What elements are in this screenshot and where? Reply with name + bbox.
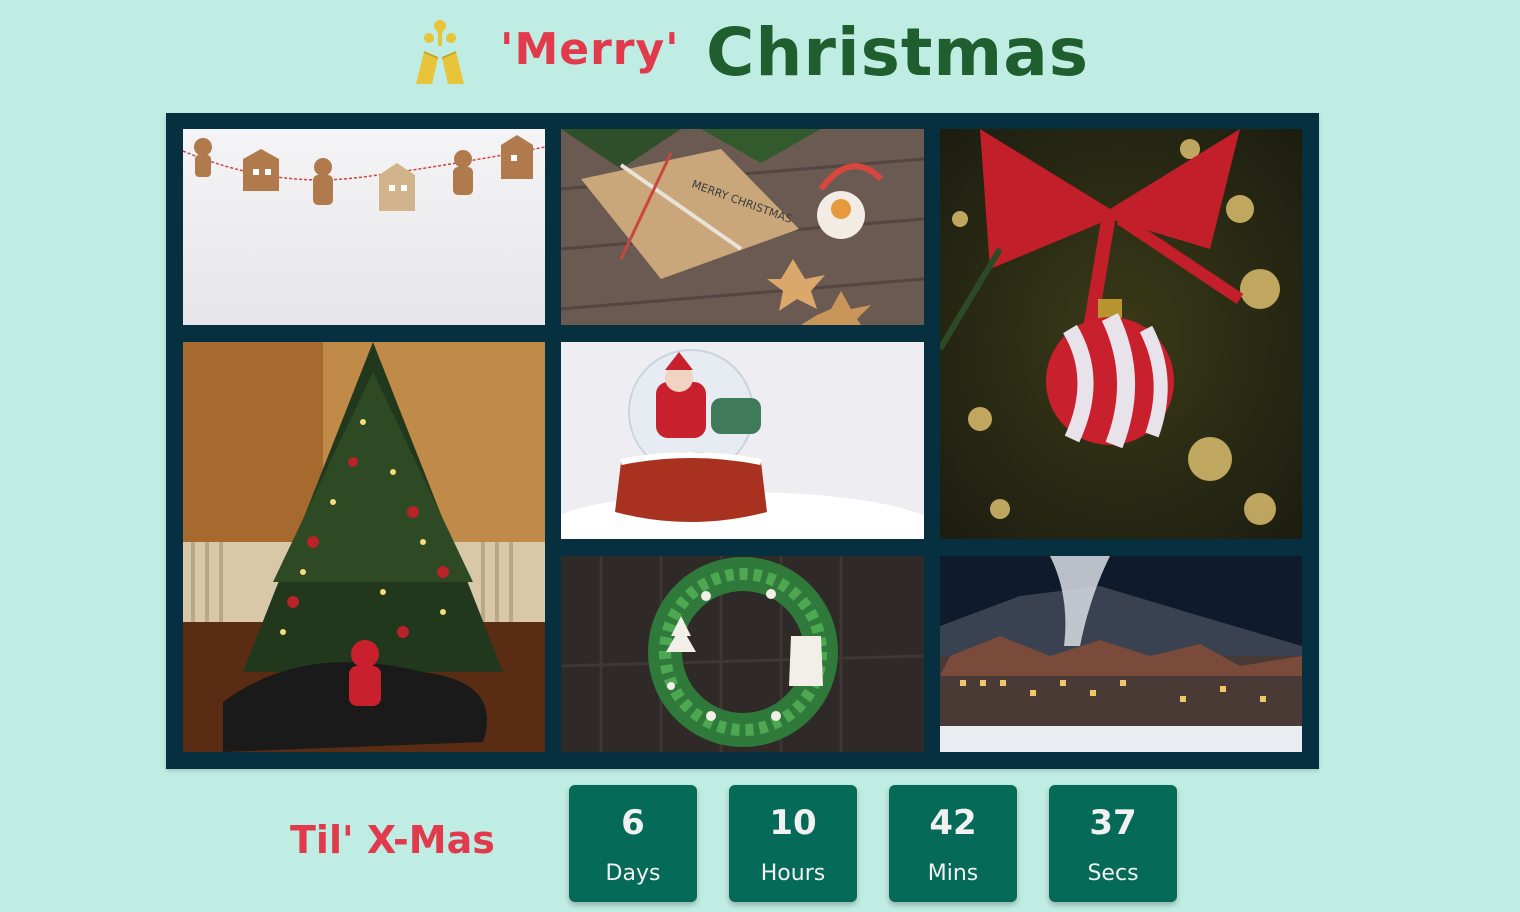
countdown-days: 6 Days xyxy=(569,785,697,902)
header: 'Merry' Christmas xyxy=(0,0,1520,112)
photo-ornament-bauble xyxy=(940,129,1302,539)
photo-christmas-tree xyxy=(183,342,545,752)
countdown-mins: 42 Mins xyxy=(889,785,1017,902)
days-value: 6 xyxy=(621,803,645,843)
photo-gingerbread-garland xyxy=(183,129,545,325)
mins-unit: Mins xyxy=(927,861,979,886)
countdown-label: Til' X-Mas xyxy=(290,818,495,862)
secs-unit: Secs xyxy=(1087,861,1139,886)
days-unit: Days xyxy=(605,861,661,886)
hours-unit: Hours xyxy=(760,861,826,886)
merry-title: 'Merry' xyxy=(500,24,680,75)
photo-snow-globe xyxy=(561,342,924,539)
mins-value: 42 xyxy=(929,803,977,843)
christmas-title: Christmas xyxy=(706,14,1090,91)
page: 'Merry' Christmas MERRY CHRISTMAS Til' X… xyxy=(0,0,1520,912)
hours-value: 10 xyxy=(769,803,817,843)
photo-snowy-village xyxy=(940,556,1302,752)
bells-icon xyxy=(410,18,470,88)
secs-value: 37 xyxy=(1089,803,1137,843)
countdown-secs: 37 Secs xyxy=(1049,785,1177,902)
photo-wrapped-gift: MERRY CHRISTMAS xyxy=(561,129,924,325)
photo-gallery: MERRY CHRISTMAS xyxy=(166,113,1319,769)
countdown-hours: 10 Hours xyxy=(729,785,857,902)
photo-wreath xyxy=(561,556,924,752)
